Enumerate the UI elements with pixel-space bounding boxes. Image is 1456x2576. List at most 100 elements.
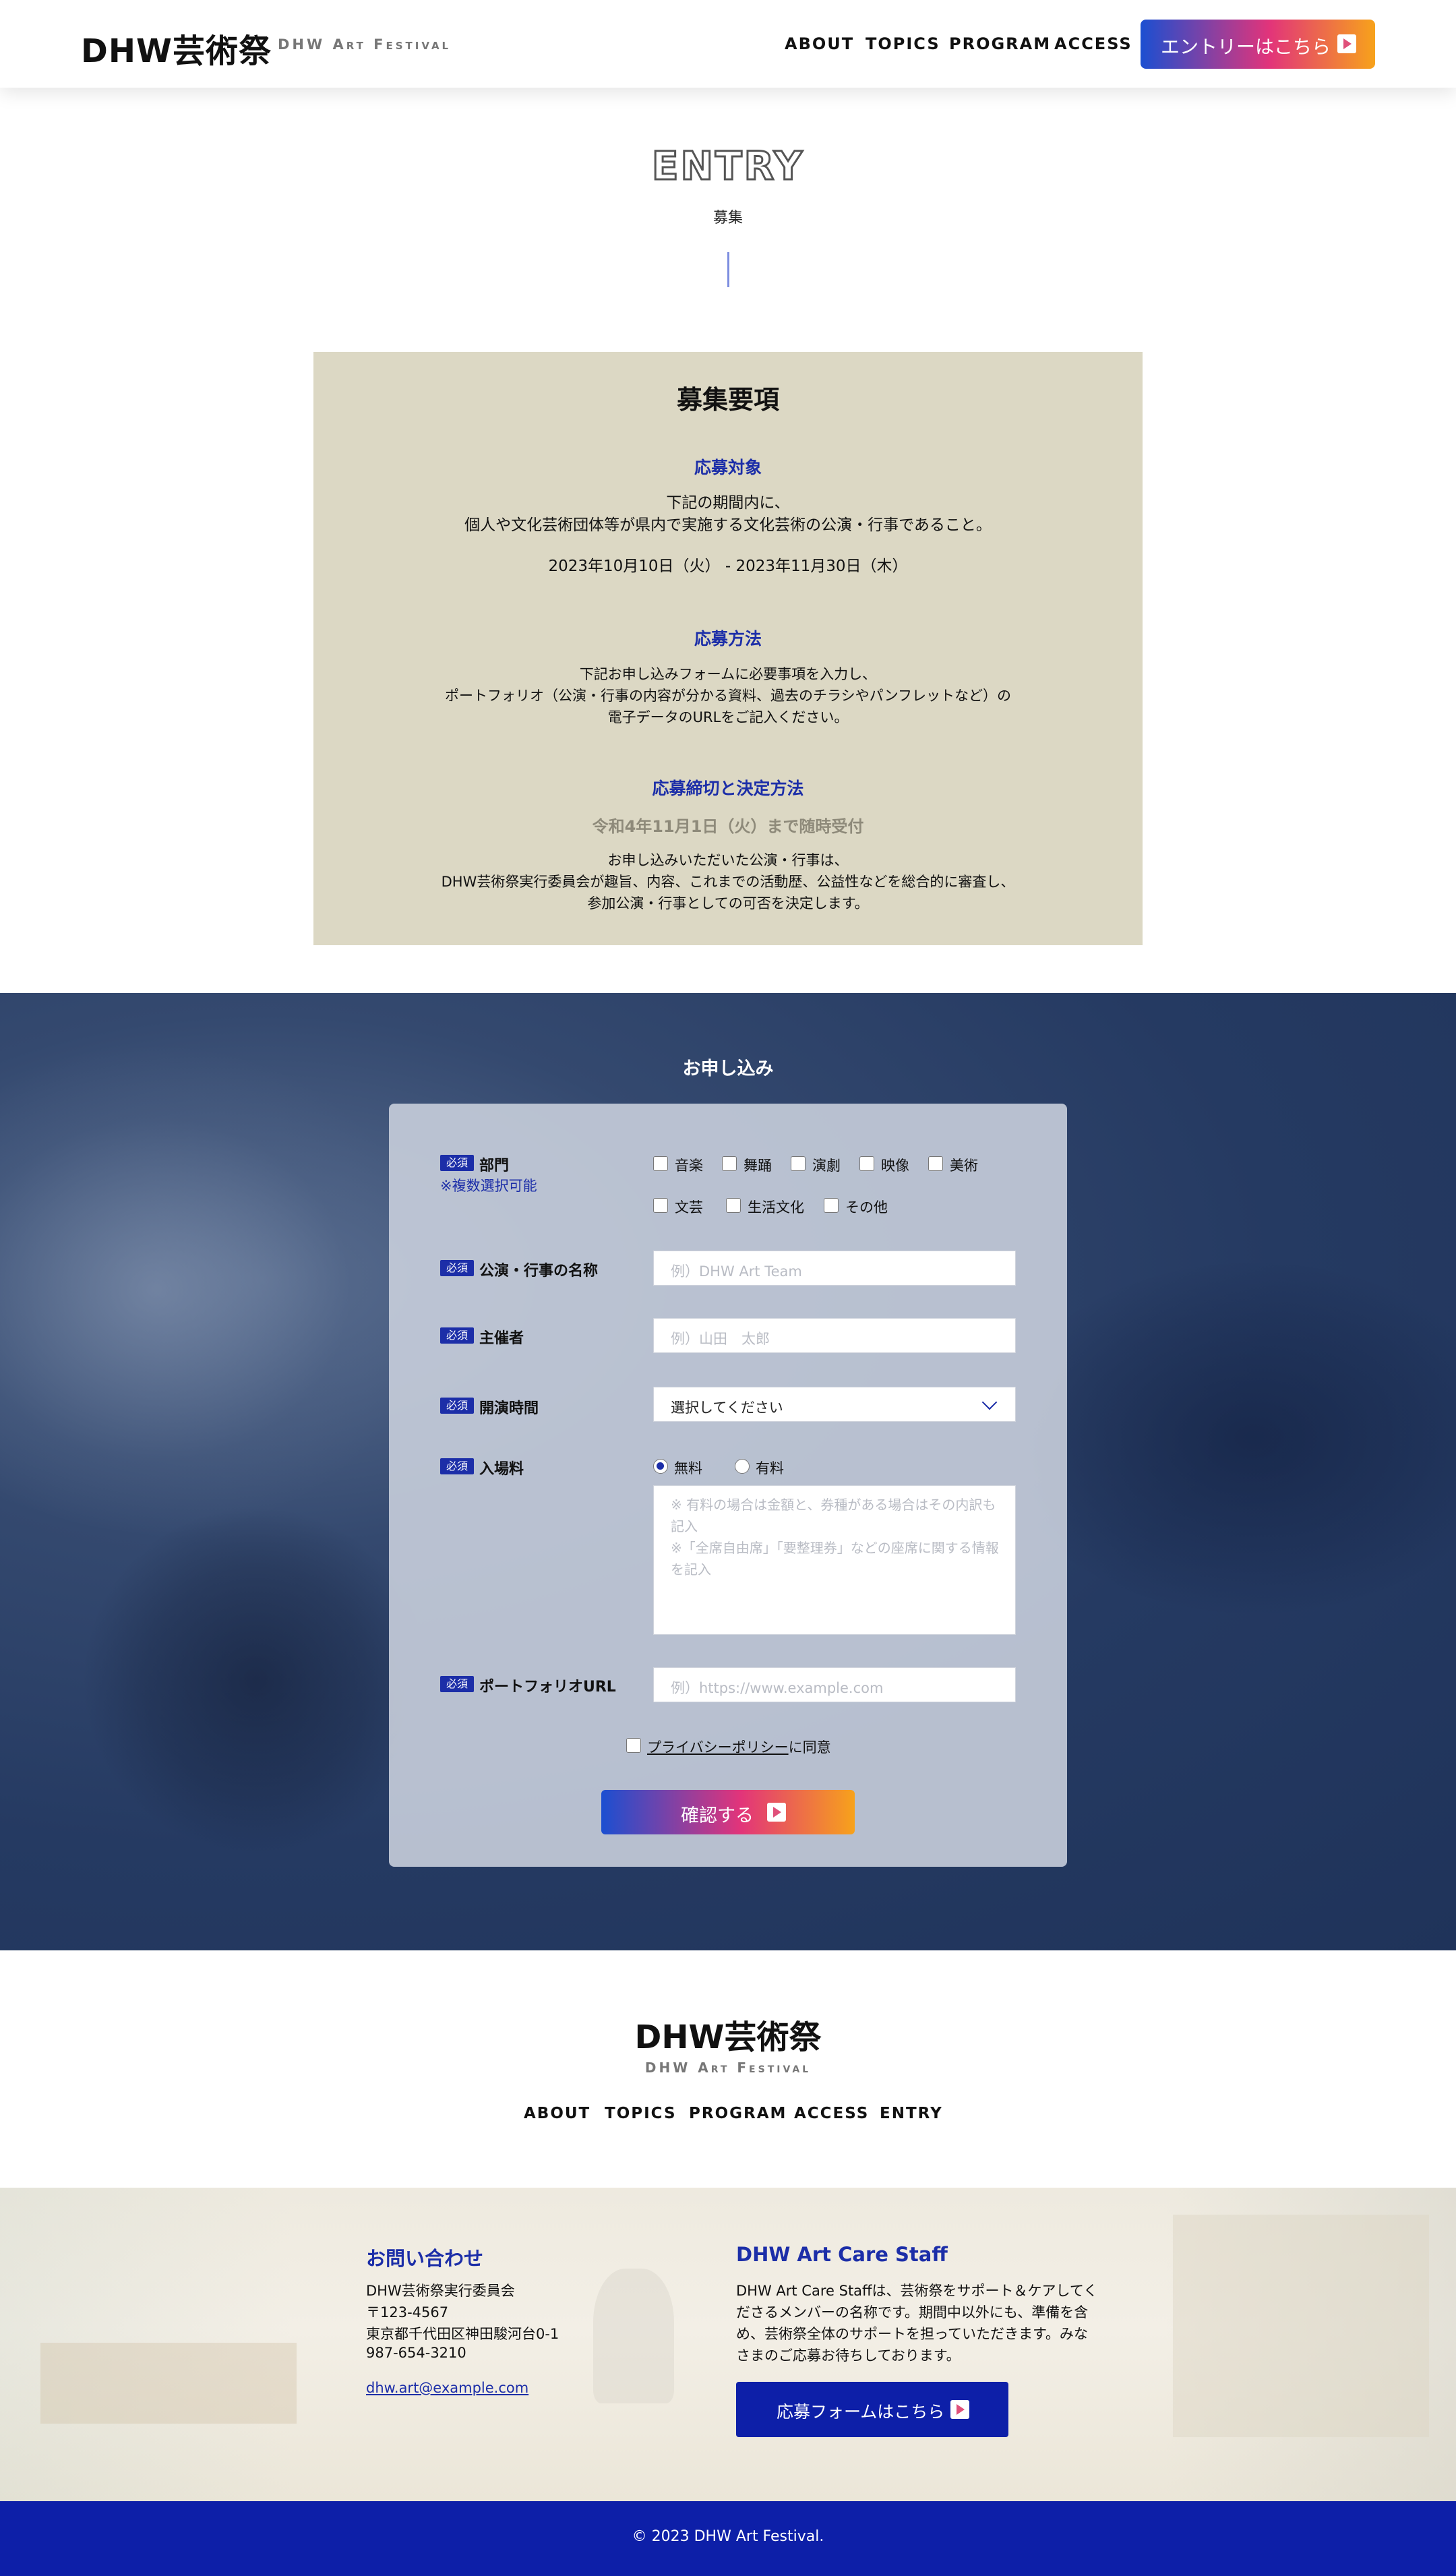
- form-heading: お申し込み: [682, 1058, 774, 1079]
- organizer-input[interactable]: 例）山田 太郎: [653, 1318, 1016, 1353]
- footer-nav-entry[interactable]: ENTRY: [880, 2105, 943, 2122]
- nav-about[interactable]: ABOUT: [785, 34, 854, 53]
- target-line-2: 個人や文化芸術団体等が県内で実施する文化芸術の公演・行事であること。: [464, 516, 992, 534]
- nav-program[interactable]: PROGRAM: [949, 34, 1051, 53]
- entry-button[interactable]: エントリーはこちら: [1141, 20, 1375, 69]
- organizer-label: 主催者: [479, 1330, 524, 1347]
- staff-heading: DHW Art Care Staff: [736, 2243, 948, 2266]
- fee-placeholder-line-1: ※ 有料の場合は金額と、券種がある場合はその内訳も記入: [671, 1497, 996, 1534]
- required-badge: 必須: [440, 1155, 474, 1171]
- required-badge: 必須: [440, 1458, 474, 1474]
- background-swirl: [0, 1047, 431, 1532]
- page-title: ENTRY: [650, 142, 805, 190]
- method-line-2: ポートフォリオ（公演・行事の内容が分かる資料、過去のチラシやパンフレットなど）の: [445, 688, 1011, 704]
- category-checkbox-lifestyle[interactable]: [726, 1198, 741, 1213]
- category-checkbox-music[interactable]: [653, 1156, 668, 1171]
- form-card: 必須 部門 ※複数選択可能 音楽 舞踊 演劇 映像 美術 文芸 生活文化 その他…: [389, 1104, 1067, 1867]
- office-person-figure: [593, 2269, 674, 2403]
- category-checkbox-art[interactable]: [928, 1156, 943, 1171]
- confirm-button[interactable]: 確認する: [601, 1790, 855, 1834]
- organizer-placeholder: 例）山田 太郎: [671, 1331, 770, 1347]
- contact-email-link[interactable]: dhw.art@example.com: [366, 2380, 528, 2396]
- deadline-heading: 応募締切と決定方法: [652, 779, 804, 798]
- category-note: ※複数選択可能: [440, 1178, 537, 1194]
- fee-label-free: 無料: [674, 1460, 702, 1476]
- play-icon: [950, 2400, 969, 2419]
- footer-logo[interactable]: DHW芸術祭: [0, 2010, 1456, 2058]
- footer-nav-about[interactable]: ABOUT: [524, 2105, 590, 2122]
- portfolio-url-input[interactable]: 例）https://www.example.com: [653, 1667, 1016, 1702]
- footer-nav-access[interactable]: ACCESS: [794, 2105, 869, 2122]
- fee-radio-free[interactable]: [653, 1459, 668, 1474]
- portfolio-url-placeholder: 例）https://www.example.com: [671, 1680, 884, 1696]
- staff-button-label: 応募フォームはこちら: [777, 2402, 945, 2422]
- target-heading: 応募対象: [694, 458, 762, 477]
- start-time-select[interactable]: 選択してください: [653, 1387, 1016, 1422]
- footer-logo-subtitle: DHW Art Festival: [644, 2060, 812, 2076]
- category-label: 部門: [479, 1158, 510, 1174]
- copyright-bar: © 2023 DHW Art Festival.: [0, 2501, 1456, 2576]
- decision-line-1: お申し込みいただいた公演・行事は、: [607, 852, 849, 868]
- office-desk-left: [40, 2343, 297, 2424]
- fee-details-textarea[interactable]: ※ 有料の場合は金額と、券種がある場合はその内訳も記入 ※「全席自由席」「要整理…: [653, 1485, 1016, 1635]
- nav-topics[interactable]: TOPICS: [866, 34, 940, 53]
- required-badge: 必須: [440, 1327, 474, 1344]
- fee-details-placeholder: ※ 有料の場合は金額と、券種がある場合はその内訳も記入 ※「全席自由席」「要整理…: [671, 1494, 1001, 1580]
- start-time-label: 開演時間: [479, 1400, 539, 1417]
- footer-nav-program[interactable]: PROGRAM: [689, 2105, 787, 2122]
- footer-nav-topics[interactable]: TOPICS: [605, 2105, 677, 2122]
- privacy-consent: プライバシーポリシーに同意: [647, 1737, 831, 1757]
- required-badge: 必須: [440, 1398, 474, 1414]
- chevron-down-icon: [981, 1394, 998, 1410]
- target-line-1: 下記の期間内に、: [666, 494, 790, 512]
- privacy-policy-link[interactable]: プライバシーポリシー: [647, 1739, 789, 1756]
- privacy-consent-suffix: に同意: [788, 1739, 831, 1756]
- staff-application-button[interactable]: 応募フォームはこちら: [736, 2382, 1008, 2437]
- required-badge: 必須: [440, 1260, 474, 1276]
- fee-radio-paid[interactable]: [735, 1459, 750, 1474]
- site-logo-subtitle: DHW Art Festival: [278, 36, 452, 53]
- contact-phone: 987-654-3210: [366, 2345, 466, 2361]
- copyright-text: © 2023 DHW Art Festival.: [632, 2528, 824, 2545]
- category-label-other: その他: [845, 1199, 888, 1216]
- application-form-section: お申し込み 必須 部門 ※複数選択可能 音楽 舞踊 演劇 映像 美術 文芸 生活…: [0, 993, 1456, 1950]
- category-label-art: 美術: [950, 1158, 978, 1174]
- site-logo[interactable]: DHW芸術祭: [81, 24, 272, 71]
- contact-address: 東京都千代田区神田駿河台0-1: [366, 2326, 559, 2342]
- category-checkbox-other[interactable]: [824, 1198, 839, 1213]
- category-checkbox-theater[interactable]: [791, 1156, 806, 1171]
- deadline-text: 令和4年11月1日（火）まで随時受付: [592, 817, 864, 836]
- method-line-3: 電子データのURLをご記入ください。: [607, 709, 849, 725]
- fee-placeholder-line-2: ※「全席自由席」「要整理券」などの座席に関する情報を記入: [671, 1540, 999, 1578]
- category-label-dance: 舞踊: [744, 1158, 772, 1174]
- contact-heading: お問い合わせ: [366, 2247, 484, 2270]
- event-name-label: 公演・行事の名称: [479, 1263, 599, 1280]
- category-checkbox-dance[interactable]: [722, 1156, 737, 1171]
- office-window-right: [1173, 2215, 1429, 2437]
- play-icon: [1337, 34, 1356, 53]
- requirements-title: 募集要項: [676, 385, 779, 415]
- category-label-lifestyle: 生活文化: [748, 1199, 804, 1216]
- decision-line-3: 参加公演・行事としての可否を決定します。: [587, 895, 869, 911]
- required-badge: 必須: [440, 1676, 474, 1692]
- title-divider: [727, 252, 729, 287]
- nav-access[interactable]: ACCESS: [1054, 34, 1132, 53]
- confirm-button-label: 確認する: [681, 1805, 754, 1826]
- category-checkbox-literature[interactable]: [653, 1198, 668, 1213]
- admission-fee-label: 入場料: [479, 1461, 524, 1478]
- entry-button-label: エントリーはこちら: [1161, 36, 1331, 58]
- portfolio-url-label: ポートフォリオURL: [479, 1679, 616, 1696]
- requirements-box: 募集要項 応募対象 下記の期間内に、 個人や文化芸術団体等が県内で実施する文化芸…: [313, 352, 1143, 945]
- event-name-placeholder: 例）DHW Art Team: [671, 1263, 802, 1280]
- privacy-checkbox[interactable]: [626, 1738, 641, 1753]
- contact-organization: DHW芸術祭実行委員会: [366, 2283, 515, 2299]
- fee-label-paid: 有料: [756, 1460, 784, 1476]
- category-checkbox-film[interactable]: [859, 1156, 874, 1171]
- contact-zip: 〒123-4567: [366, 2304, 449, 2320]
- play-icon: [767, 1803, 786, 1822]
- event-name-input[interactable]: 例）DHW Art Team: [653, 1251, 1016, 1286]
- method-heading: 応募方法: [694, 629, 762, 649]
- method-line-1: 下記お申し込みフォームに必要事項を入力し、: [579, 666, 877, 682]
- site-header: DHW芸術祭 DHW Art Festival ABOUT TOPICS PRO…: [0, 0, 1456, 88]
- background-shadow: [81, 1505, 431, 1856]
